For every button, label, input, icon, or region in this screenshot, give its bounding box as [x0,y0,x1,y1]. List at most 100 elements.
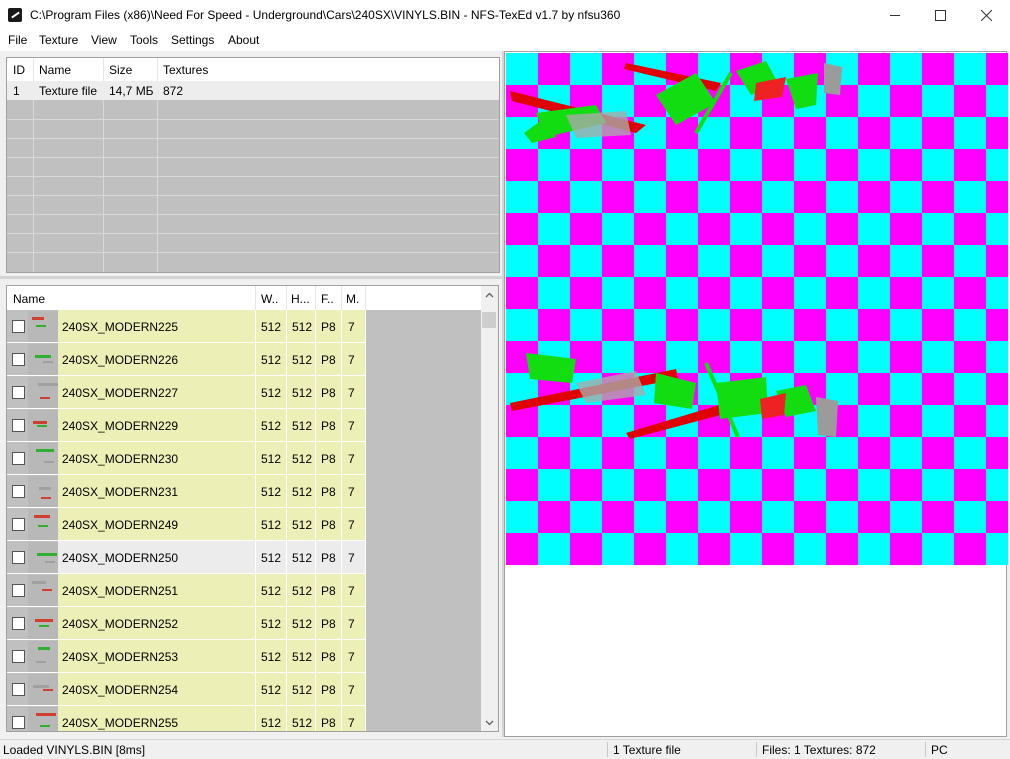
texture-height: 512 [292,320,313,334]
maximize-button[interactable] [917,0,963,31]
texture-checkbox[interactable] [12,353,25,366]
texture-row[interactable]: 240SX_MODERN229 512 512 P8 7 [7,409,481,442]
menu-texture[interactable]: Texture [39,33,78,47]
texture-row[interactable]: 240SX_MODERN250 512 512 P8 7 [7,541,481,574]
texture-height: 512 [292,452,313,466]
chevron-down-icon [485,720,494,725]
vinyl-decal-graphic [510,61,842,439]
status-message: Loaded VINYLS.BIN [8ms] [3,743,146,757]
texture-height: 512 [292,353,313,367]
close-button[interactable] [963,0,1009,31]
texture-format: P8 [321,419,336,433]
texture-row[interactable]: 240SX_MODERN249 512 512 P8 7 [7,508,481,541]
texture-row[interactable]: 240SX_MODERN230 512 512 P8 7 [7,442,481,475]
texture-name: 240SX_MODERN250 [62,551,179,565]
texture-width: 512 [261,551,282,565]
texture-format: P8 [321,386,336,400]
texture-width: 512 [261,584,282,598]
texture-width: 512 [261,386,282,400]
texture-mipmaps: 7 [348,386,355,400]
texture-checkbox[interactable] [12,485,25,498]
minimize-icon [889,15,900,16]
menu-bar: File Texture View Tools Settings About [0,31,1010,51]
texture-width: 512 [261,485,282,499]
texture-checkbox[interactable] [12,584,25,597]
texture-checkbox[interactable] [12,518,25,531]
texture-height: 512 [292,683,313,697]
menu-about[interactable]: About [228,33,259,47]
texture-list-scrollbar[interactable] [481,286,498,731]
texture-thumbnail [28,608,58,639]
menu-file[interactable]: File [8,33,27,47]
texture-checkbox[interactable] [12,320,25,333]
file-list[interactable]: ID Name Size Textures 1 Texture file 14,… [6,57,500,273]
texture-mipmaps: 7 [348,485,355,499]
texture-height: 512 [292,650,313,664]
texture-row[interactable]: 240SX_MODERN225 512 512 P8 7 [7,310,481,343]
window-title: C:\Program Files (x86)\Need For Speed - … [30,8,621,22]
texture-height: 512 [292,617,313,631]
texture-checkbox[interactable] [12,716,25,729]
file-list-header: ID Name Size Textures [7,58,499,82]
column-textures[interactable]: Textures [163,63,208,77]
texture-mipmaps: 7 [348,551,355,565]
texture-name: 240SX_MODERN225 [62,320,179,334]
menu-settings[interactable]: Settings [171,33,214,47]
texture-thumbnail [28,509,58,540]
texture-checkbox[interactable] [12,551,25,564]
texture-width: 512 [261,716,282,730]
texture-list[interactable]: Name W.. H... F.. M. 240SX_MODERN225 512 5… [6,285,499,732]
texture-name: 240SX_MODERN254 [62,683,179,697]
texture-mipmaps: 7 [348,650,355,664]
texture-row[interactable]: 240SX_MODERN226 512 512 P8 7 [7,343,481,376]
horizontal-splitter[interactable] [0,276,502,279]
texture-checkbox[interactable] [12,452,25,465]
menu-view[interactable]: View [91,33,117,47]
column-height[interactable]: H... [291,292,310,306]
texture-checkbox[interactable] [12,386,25,399]
texture-name: 240SX_MODERN251 [62,584,179,598]
texture-checkbox[interactable] [12,617,25,630]
texture-list-header: Name W.. H... F.. M. [7,286,481,310]
texture-format: P8 [321,551,336,565]
texture-row[interactable]: 240SX_MODERN254 512 512 P8 7 [7,673,481,706]
column-mipmaps[interactable]: M. [346,292,359,306]
texture-mipmaps: 7 [348,320,355,334]
file-row[interactable]: 1 Texture file 14,7 МБ 872 [7,81,499,100]
texture-thumbnail [28,443,58,474]
file-id: 1 [13,84,20,98]
texture-format: P8 [321,320,336,334]
texture-row[interactable]: 240SX_MODERN251 512 512 P8 7 [7,574,481,607]
column-format[interactable]: F.. [321,292,334,306]
column-tex-name[interactable]: Name [13,292,45,306]
column-width[interactable]: W.. [261,292,278,306]
app-icon [8,8,22,22]
texture-row[interactable]: 240SX_MODERN227 512 512 P8 7 [7,376,481,409]
scroll-down-button[interactable] [481,714,498,731]
texture-width: 512 [261,518,282,532]
texture-format: P8 [321,485,336,499]
texture-row[interactable]: 240SX_MODERN252 512 512 P8 7 [7,607,481,640]
texture-row[interactable]: 240SX_MODERN253 512 512 P8 7 [7,640,481,673]
texture-checkbox[interactable] [12,419,25,432]
texture-checkbox[interactable] [12,650,25,663]
texture-name: 240SX_MODERN231 [62,485,179,499]
scroll-thumb[interactable] [482,312,496,328]
column-size[interactable]: Size [109,63,132,77]
column-name[interactable]: Name [39,63,71,77]
column-id[interactable]: ID [13,63,25,77]
texture-height: 512 [292,716,313,730]
texture-format: P8 [321,584,336,598]
menu-tools[interactable]: Tools [130,33,158,47]
texture-row[interactable]: 240SX_MODERN231 512 512 P8 7 [7,475,481,508]
status-platform: PC [931,743,948,757]
texture-checkbox[interactable] [12,683,25,696]
file-textures: 872 [163,84,184,98]
minimize-button[interactable] [872,0,918,31]
texture-row[interactable]: 240SX_MODERN255 512 512 P8 7 [7,706,481,731]
texture-thumbnail [28,344,58,375]
texture-width: 512 [261,353,282,367]
scroll-up-button[interactable] [481,286,498,303]
texture-preview[interactable] [504,51,1008,737]
file-size: 14,7 МБ [109,84,154,98]
